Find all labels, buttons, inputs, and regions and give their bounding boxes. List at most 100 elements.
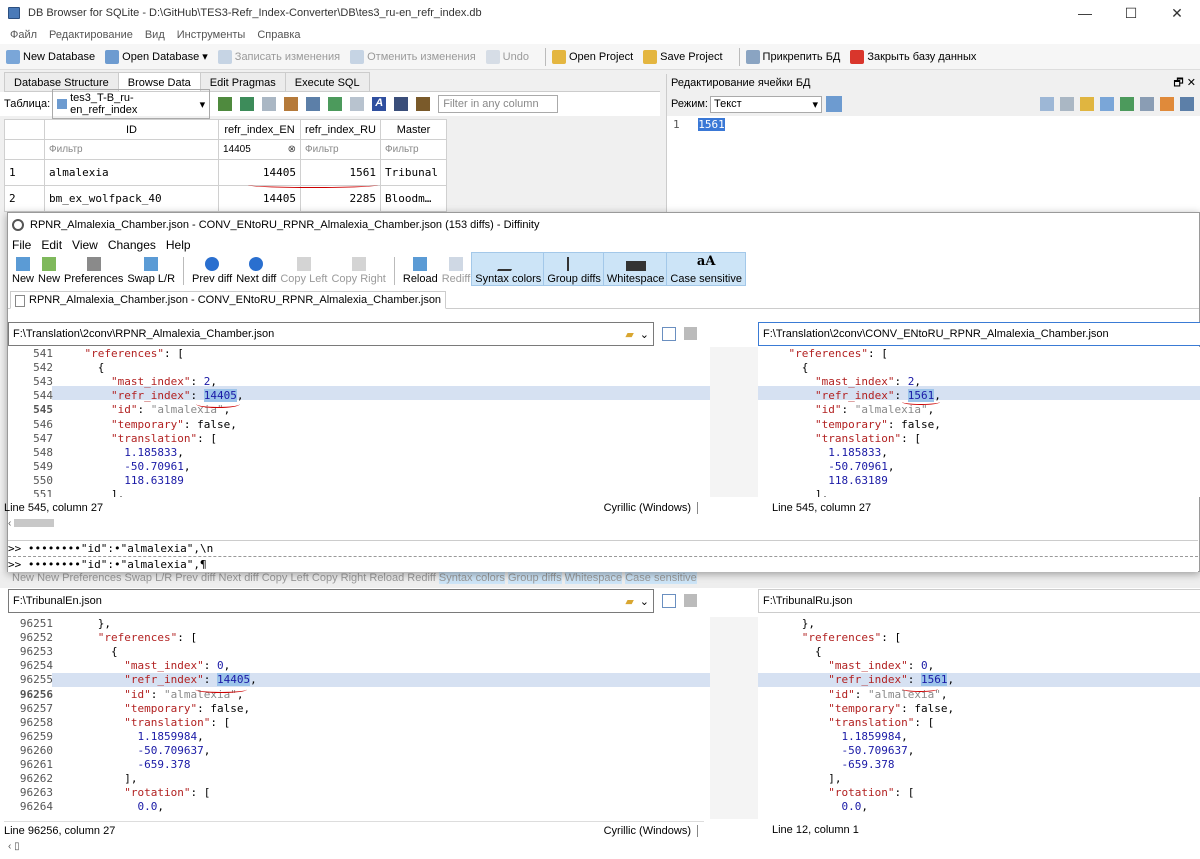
filter-refr-en-input[interactable]: 14405 ⊗ — [218, 139, 301, 160]
lower-tb-new2[interactable]: New — [37, 572, 59, 584]
diff-menu-changes[interactable]: Changes — [108, 238, 156, 252]
sort-icon[interactable] — [262, 97, 277, 111]
lower-tb-next[interactable]: Next diff — [219, 572, 259, 584]
code-line[interactable]: 0.0, — [58, 800, 164, 814]
revert-changes-button[interactable]: Отменить изменения — [350, 49, 476, 64]
table-row[interactable]: 1 almalexia 14405 1561 Tribunal — [4, 159, 447, 186]
cell-refr-en[interactable]: 14405 — [218, 185, 301, 212]
lower-tb-prev[interactable]: Prev diff — [175, 572, 215, 584]
scroll-thumb[interactable] — [14, 519, 55, 528]
table-row[interactable]: 2 bm_ex_wolfpack_40 14405 2285 Bloodm… — [4, 185, 447, 212]
menu-file[interactable]: Файл — [10, 29, 37, 41]
lower-encoding[interactable]: Cyrillic (Windows) — [604, 824, 698, 837]
code-line[interactable]: "references": [ — [762, 347, 888, 361]
code-line[interactable]: { — [762, 361, 809, 375]
lower-right-path-input[interactable]: F:\TribunalRu.json — [758, 589, 1200, 613]
tab-execute-sql[interactable]: Execute SQL — [284, 72, 370, 91]
chevron-down-icon[interactable]: ⌄ — [640, 328, 649, 341]
lower-tb-prefs[interactable]: Preferences — [62, 572, 121, 584]
cell-editor[interactable]: 1 1561 — [667, 116, 1200, 133]
reload-button[interactable]: Reload — [401, 257, 440, 285]
clear-filter-icon[interactable]: ⊗ — [288, 144, 296, 155]
lower-list-icon[interactable] — [662, 594, 676, 608]
prev-diff-button[interactable]: Prev diff — [190, 257, 234, 285]
lower-tb-swap[interactable]: Swap L/R — [125, 572, 173, 584]
find-icon[interactable] — [394, 97, 409, 111]
diff-menu-help[interactable]: Help — [166, 238, 191, 252]
code-line[interactable]: ], — [58, 488, 124, 497]
preferences-button[interactable]: Preferences — [62, 257, 125, 285]
lower-save-icon[interactable] — [684, 594, 697, 607]
cell-refr-ru[interactable]: 2285 — [300, 185, 381, 212]
chevron-down-icon[interactable]: ⌄ — [640, 595, 649, 608]
diff-menu-file[interactable]: File — [12, 238, 31, 252]
import-icon[interactable] — [1040, 97, 1054, 111]
code-line[interactable]: 1.185833, — [58, 446, 184, 460]
code-line[interactable]: 0.0, — [762, 800, 868, 814]
dock-float-close-icon[interactable]: 🗗 ✕ — [1173, 74, 1196, 93]
clear-icon[interactable] — [1160, 97, 1174, 111]
code-line[interactable]: -659.378 — [58, 758, 190, 772]
case-sensitive-toggle[interactable]: aA Case sensitive — [666, 252, 746, 286]
lower-tb-syntax[interactable]: Syntax colors — [438, 572, 505, 584]
code-line[interactable]: "references": [ — [58, 347, 184, 361]
code-line[interactable]: "temporary": false, — [762, 702, 954, 716]
syntax-colors-toggle[interactable]: Syntax colors — [471, 252, 546, 286]
code-line[interactable]: 1.1859984, — [762, 730, 907, 744]
filter-id-input[interactable]: Фильтр — [44, 139, 219, 160]
format-icon[interactable] — [416, 97, 431, 111]
new-database-button[interactable]: New Database — [6, 49, 95, 64]
encoding-label[interactable]: Cyrillic (Windows) — [604, 502, 698, 514]
lower-tb-rediff[interactable]: Rediff — [407, 572, 436, 584]
null-icon[interactable] — [1140, 97, 1154, 111]
folder-icon[interactable]: ▰ — [625, 328, 633, 341]
print-cell-icon[interactable] — [1180, 97, 1194, 111]
code-line[interactable]: "temporary": false, — [762, 418, 941, 432]
export-icon[interactable] — [1100, 97, 1114, 111]
maximize-icon[interactable]: ☐ — [1108, 5, 1154, 22]
code-line[interactable]: ], — [762, 488, 828, 497]
code-line[interactable]: }, — [762, 617, 815, 631]
lower-tb-whitespace[interactable]: Whitespace — [564, 572, 623, 584]
next-diff-button[interactable]: Next diff — [234, 257, 278, 285]
code-line[interactable]: "rotation": [ — [58, 786, 210, 800]
save-project-button[interactable]: Save Project — [643, 49, 723, 64]
code-line[interactable]: ], — [58, 772, 137, 786]
filter-any-column-input[interactable]: Filter in any column — [438, 95, 559, 113]
rediff-button[interactable]: Rediff — [440, 257, 473, 285]
code-line[interactable]: -50.709637, — [762, 744, 914, 758]
save-icon[interactable] — [684, 327, 697, 340]
font-icon[interactable]: A — [372, 97, 387, 111]
menu-view[interactable]: Вид — [145, 29, 165, 41]
open-project-button[interactable]: Open Project — [551, 49, 633, 64]
cell-master[interactable]: Tribunal — [380, 159, 447, 186]
code-line[interactable]: "mast_index": 0, — [762, 659, 934, 673]
code-line[interactable]: -50.70961, — [58, 460, 190, 474]
menu-tools[interactable]: Инструменты — [177, 29, 246, 41]
code-line[interactable]: "references": [ — [762, 631, 901, 645]
code-line[interactable]: "translation": [ — [762, 432, 921, 446]
column-header-refr-ru[interactable]: refr_index_RU — [300, 119, 381, 140]
lower-hscroll[interactable]: ‹ ▯ — [8, 841, 20, 853]
code-line[interactable]: "mast_index": 2, — [58, 375, 217, 389]
clear-filters-icon[interactable] — [240, 97, 255, 111]
code-line[interactable]: "mast_index": 0, — [58, 659, 230, 673]
auto-format-icon[interactable] — [825, 96, 842, 112]
code-line[interactable]: "translation": [ — [58, 432, 217, 446]
table-select[interactable]: tes3_T-B_ru-en_refr_index ▾ — [52, 89, 211, 119]
apply-icon[interactable] — [1120, 97, 1134, 111]
mode-select[interactable]: Текст ▾ — [709, 95, 822, 113]
new-folder-button[interactable]: New — [36, 257, 62, 285]
folder-icon[interactable]: ▰ — [625, 595, 633, 608]
print-icon[interactable] — [306, 97, 321, 111]
swap-button[interactable]: Swap L/R — [125, 257, 177, 285]
list-icon[interactable] — [662, 327, 676, 341]
code-line[interactable]: { — [58, 645, 118, 659]
open-database-button[interactable]: Open Database ▾ — [105, 49, 208, 64]
code-line[interactable]: "rotation": [ — [762, 786, 914, 800]
lower-left-path-input[interactable]: F:\TribunalEn.json ▰ ⌄ — [8, 589, 654, 613]
tab-edit-pragmas[interactable]: Edit Pragmas — [199, 72, 286, 91]
column-header-id[interactable]: ID — [44, 119, 219, 140]
lower-tb-group[interactable]: Group diffs — [508, 572, 562, 584]
code-line[interactable]: "id": "almalexia", — [762, 403, 934, 417]
